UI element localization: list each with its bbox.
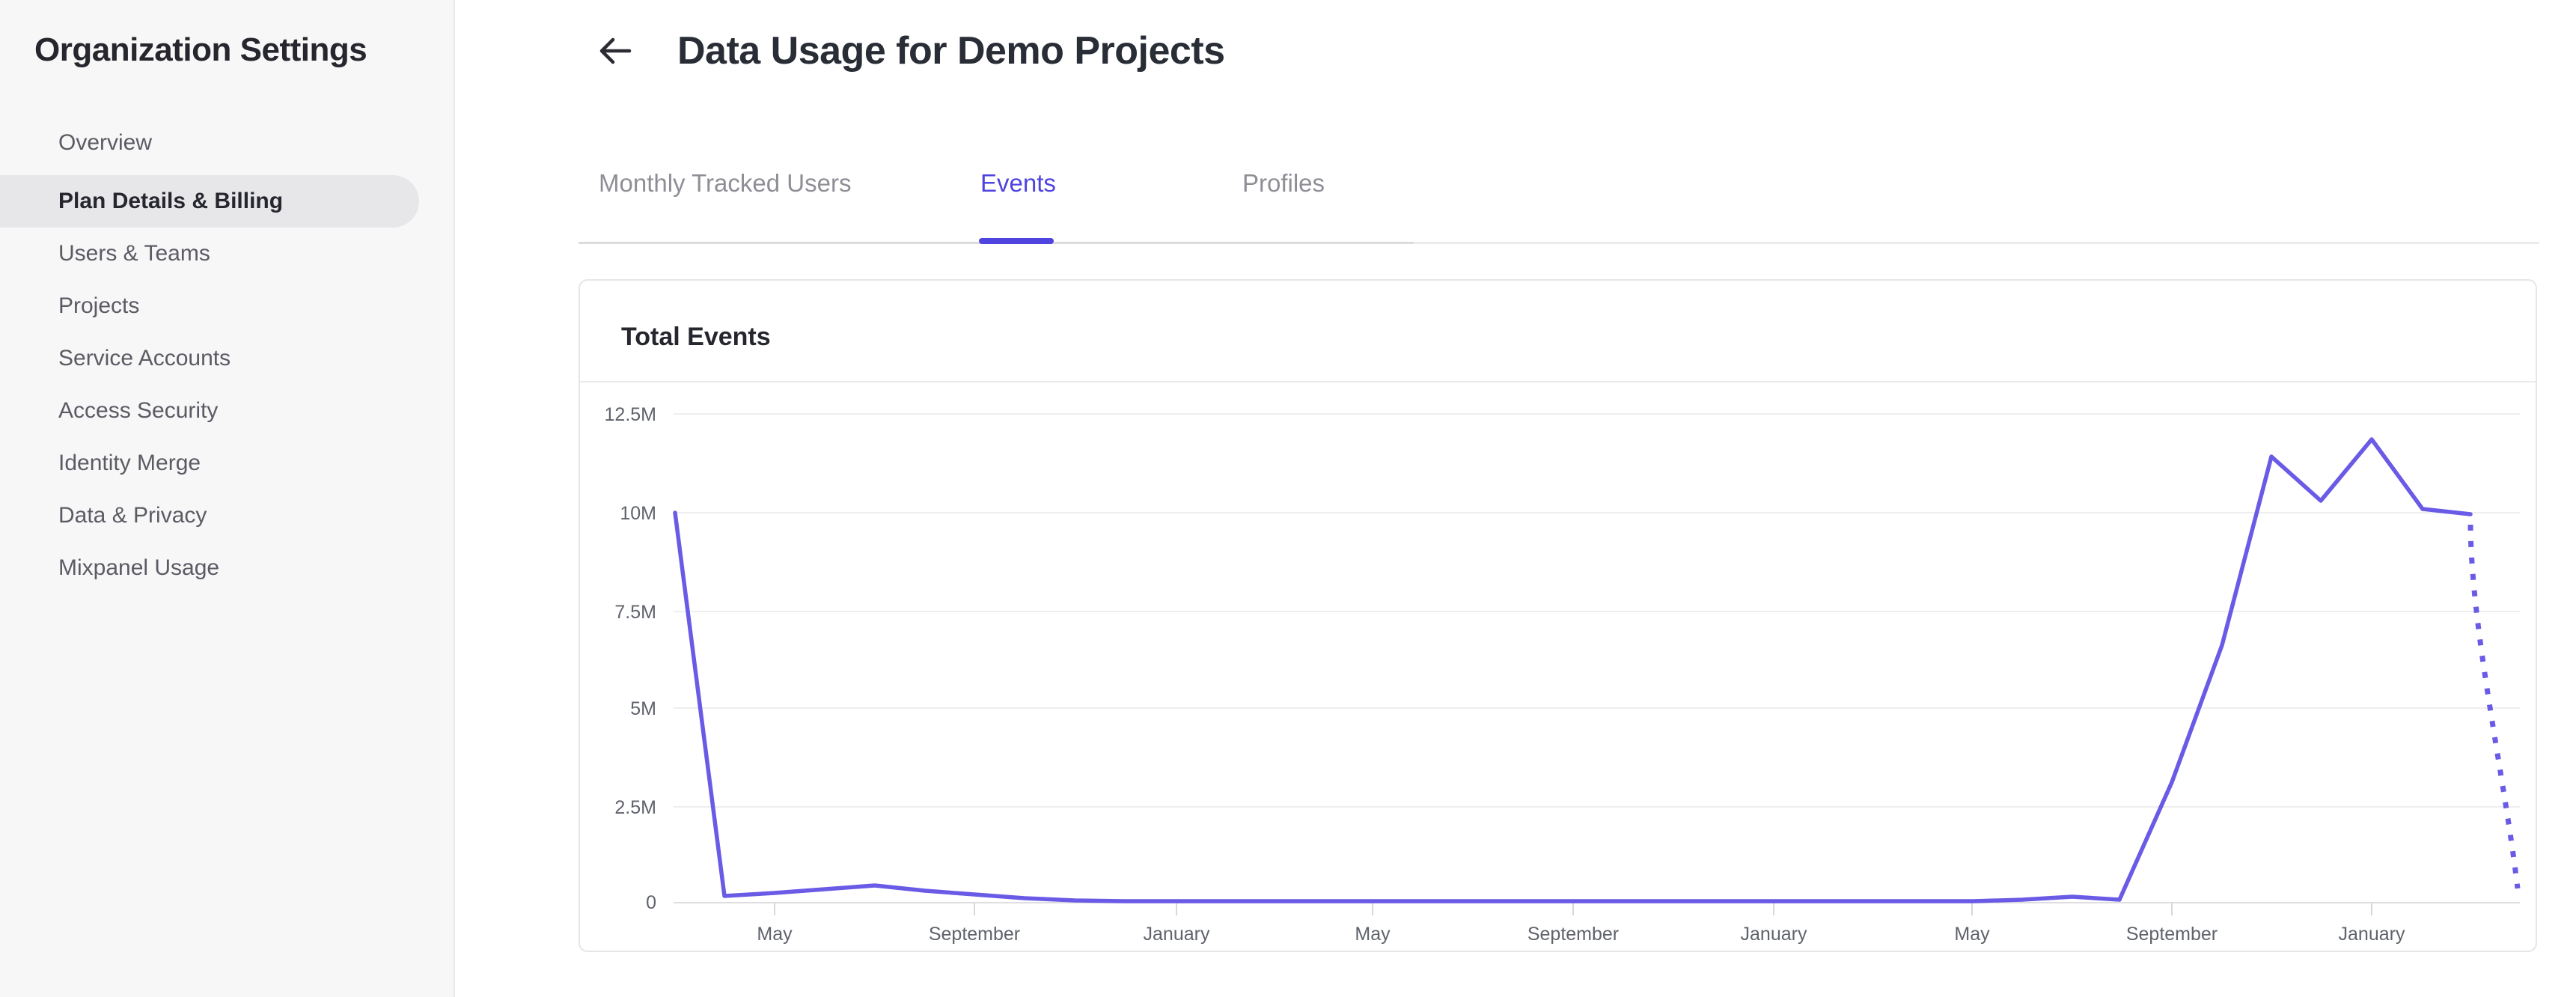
x-axis-labels: May September January May September Janu… <box>757 924 2405 945</box>
y-tick-label: 10M <box>620 503 656 524</box>
total-events-card: Total Events 12.5M 10M 7.5M 5M 2.5M 0 Ma… <box>579 279 2537 952</box>
page-title: Data Usage for Demo Projects <box>677 29 1225 73</box>
x-tick-label: September <box>1527 924 1619 945</box>
y-tick-label: 7.5M <box>614 602 656 623</box>
left-arrow-icon <box>599 37 632 64</box>
sidebar-item-service-accounts[interactable]: Service Accounts <box>0 332 455 385</box>
sidebar-item-mixpanel-usage[interactable]: Mixpanel Usage <box>0 542 455 594</box>
y-tick-label: 12.5M <box>605 404 656 425</box>
sidebar-item-access-security[interactable]: Access Security <box>0 385 455 437</box>
x-tick-label: January <box>1741 924 1807 945</box>
y-axis-labels: 12.5M 10M 7.5M 5M 2.5M 0 <box>605 404 656 913</box>
sidebar-item-projects[interactable]: Projects <box>0 280 455 332</box>
tab-profiles[interactable]: Profiles <box>1242 169 1325 198</box>
page: { "sidebar": { "title": "Organization Se… <box>0 0 2576 997</box>
sidebar-item-overview[interactable]: Overview <box>0 117 455 169</box>
back-button[interactable] <box>595 31 634 70</box>
gridlines <box>674 413 2520 808</box>
sidebar-title: Organization Settings <box>34 31 367 68</box>
y-tick-label: 5M <box>630 698 656 719</box>
chart-title: Total Events <box>621 323 771 351</box>
sidebar-nav: Overview Plan Details & Billing Users & … <box>0 117 455 594</box>
x-tick-label: January <box>2339 924 2405 945</box>
events-series-line <box>673 437 2473 903</box>
sidebar-item-plan-details-billing[interactable]: Plan Details & Billing <box>0 175 419 228</box>
tab-monthly-tracked-users[interactable]: Monthly Tracked Users <box>599 169 851 198</box>
x-axis <box>674 902 2520 915</box>
sidebar: Organization Settings Overview Plan Deta… <box>0 0 455 997</box>
sidebar-item-data-privacy[interactable]: Data & Privacy <box>0 490 455 542</box>
events-projection-dotted-line <box>2467 524 2521 889</box>
chart-canvas: 12.5M 10M 7.5M 5M 2.5M 0 May September J… <box>605 404 2521 945</box>
x-tick-label: September <box>2126 924 2218 945</box>
y-tick-label: 0 <box>646 892 656 913</box>
x-tick-label: January <box>1144 924 1210 945</box>
tab-events[interactable]: Events <box>980 169 1056 198</box>
x-tick-label: September <box>929 924 1020 945</box>
sidebar-item-users-teams[interactable]: Users & Teams <box>0 228 455 280</box>
x-tick-label: May <box>1355 924 1391 945</box>
events-line-chart: 12.5M 10M 7.5M 5M 2.5M 0 May September J… <box>580 382 2536 951</box>
active-tab-indicator <box>979 238 1054 244</box>
x-tick-label: May <box>1954 924 1990 945</box>
y-tick-label: 2.5M <box>614 797 656 818</box>
sidebar-item-identity-merge[interactable]: Identity Merge <box>0 437 455 490</box>
x-tick-label: May <box>757 924 793 945</box>
